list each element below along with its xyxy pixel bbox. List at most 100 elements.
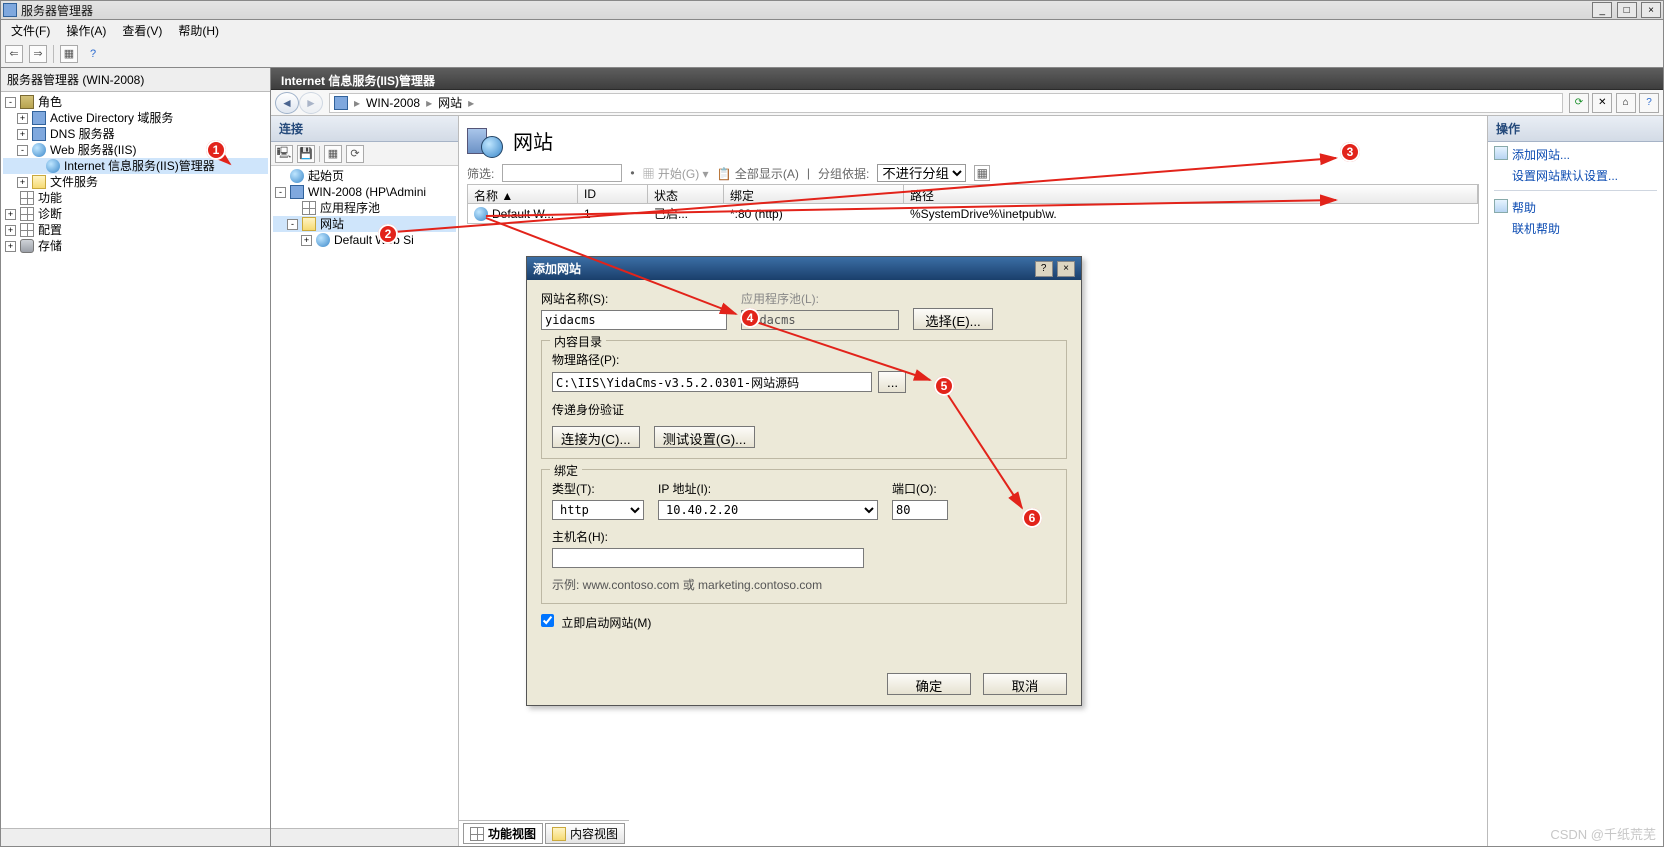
conn-item-server[interactable]: -WIN-2008 (HP\Admini [273, 184, 456, 200]
label: 应用程序池 [320, 200, 380, 216]
storage-icon [20, 239, 34, 253]
autostart-text: 立即启动网站(M) [561, 616, 651, 630]
menu-help[interactable]: 帮助(H) [172, 20, 225, 41]
autostart-checkbox[interactable] [541, 614, 554, 627]
host-name-label: 主机名(H): [552, 528, 1056, 545]
main-toolbar[interactable]: ⇐ ⇒ ▦ ? [0, 40, 1664, 68]
conn-add-icon[interactable]: 🖳 [275, 145, 293, 163]
tree-item-iis-manager[interactable]: Internet 信息服务(IIS)管理器 [3, 158, 268, 174]
label: Active Directory 域服务 [50, 110, 173, 126]
menu-file[interactable]: 文件(F) [5, 20, 56, 41]
forward-icon[interactable]: ⇒ [29, 45, 47, 63]
conn-item-apppools[interactable]: 应用程序池 [273, 200, 456, 216]
annotation-5: 5 [934, 376, 954, 396]
tree-item-features[interactable]: 功能 [3, 190, 268, 206]
physical-path-input[interactable] [552, 372, 872, 392]
col-path[interactable]: 路径 [904, 185, 1478, 203]
sites-icon [302, 217, 316, 231]
show-hide-icon[interactable]: ▦ [60, 45, 78, 63]
dialog-help-icon[interactable]: ? [1035, 261, 1053, 277]
cancel-button[interactable]: 取消 [983, 673, 1067, 695]
tree-item-iis[interactable]: -Web 服务器(IIS) [3, 142, 268, 158]
sites-grid-header[interactable]: 名称 ▲ ID 状态 绑定 路径 [467, 184, 1479, 204]
cell-path: %SystemDrive%\inetpub\w. [910, 207, 1472, 221]
tree-item-storage[interactable]: +存储 [3, 238, 268, 254]
port-input[interactable] [892, 500, 948, 520]
conn-item-sites[interactable]: -网站 [273, 216, 456, 232]
tree-item-roles[interactable]: -角色 [3, 94, 268, 110]
dialog-close-icon[interactable]: × [1057, 261, 1075, 277]
action-help[interactable]: 帮助 [1488, 195, 1663, 218]
nav-refresh-icon[interactable]: ⟳ [1569, 93, 1589, 113]
connections-toolbar[interactable]: 🖳 💾 ▦ ⟳ [271, 142, 458, 166]
conn-item-default-site[interactable]: +Default Web Si [273, 232, 456, 248]
tab-content-view[interactable]: 内容视图 [545, 823, 625, 844]
tree-root-header[interactable]: 服务器管理器 (WIN-2008) [1, 68, 270, 92]
show-all-btn[interactable]: 📋 全部显示(A) [717, 165, 799, 182]
crumb-server[interactable]: WIN-2008 [366, 96, 420, 110]
col-state[interactable]: 状态 [648, 185, 724, 203]
autostart-checkbox-label[interactable]: 立即启动网站(M) [541, 616, 651, 630]
breadcrumb[interactable]: ▸ WIN-2008 ▸ 网站 ▸ [329, 93, 1563, 113]
cell-id: 1 [584, 207, 654, 221]
site-row-default[interactable]: Default W... 1 已启... *:80 (http) %System… [467, 204, 1479, 224]
action-online-help[interactable]: 联机帮助 [1488, 218, 1663, 239]
dialog-titlebar[interactable]: 添加网站 ? × [527, 257, 1081, 280]
tree-item-ad[interactable]: +Active Directory 域服务 [3, 110, 268, 126]
back-icon[interactable]: ⇐ [5, 45, 23, 63]
app-pool-input [741, 310, 899, 330]
tree-item-diagnostics[interactable]: +诊断 [3, 206, 268, 222]
browse-path-button[interactable]: ... [878, 371, 906, 393]
site-name-input[interactable] [541, 310, 727, 330]
group-by-select[interactable]: 不进行分组 [877, 164, 966, 182]
select-app-pool-button[interactable]: 选择(E)... [913, 308, 993, 330]
ok-button[interactable]: 确定 [887, 673, 971, 695]
conn-view-icon[interactable]: ▦ [324, 145, 342, 163]
nav-help-icon[interactable]: ? [1639, 93, 1659, 113]
label: Web 服务器(IIS) [50, 142, 136, 158]
nav-home-icon[interactable]: ⌂ [1616, 93, 1636, 113]
grid-layout-icon[interactable]: ▦ [974, 165, 990, 181]
binding-type-select[interactable]: http [552, 500, 644, 520]
menu-view[interactable]: 查看(V) [116, 20, 168, 41]
action-add-site[interactable]: 添加网站... [1488, 142, 1663, 165]
nav-stop-icon[interactable]: ✕ [1592, 93, 1612, 113]
test-settings-button[interactable]: 测试设置(G)... [654, 426, 756, 448]
col-id[interactable]: ID [578, 185, 648, 203]
host-name-input[interactable] [552, 548, 864, 568]
tree-hscroll[interactable] [1, 828, 270, 846]
close-button[interactable]: × [1641, 2, 1661, 18]
ip-address-select[interactable]: 10.40.2.20 [658, 500, 878, 520]
col-bind[interactable]: 绑定 [724, 185, 904, 203]
group-by-label: 分组依据: [818, 165, 869, 182]
minimize-button[interactable]: _ [1592, 2, 1612, 18]
annotation-6: 6 [1022, 508, 1042, 528]
nav-back-icon[interactable]: ◄ [275, 92, 299, 114]
nav-forward-icon[interactable]: ► [299, 92, 323, 114]
content-tab-icon [552, 827, 566, 841]
help-icon[interactable]: ? [84, 45, 102, 63]
tree-item-dns[interactable]: +DNS 服务器 [3, 126, 268, 142]
tree-item-file-services[interactable]: +文件服务 [3, 174, 268, 190]
tree-item-config[interactable]: +配置 [3, 222, 268, 238]
action-site-defaults[interactable]: 设置网站默认设置... [1488, 165, 1663, 186]
label: 文件服务 [50, 174, 98, 190]
label: 存储 [38, 238, 62, 254]
label: 功能 [38, 190, 62, 206]
maximize-button[interactable]: □ [1617, 2, 1637, 18]
conn-save-icon[interactable]: 💾 [297, 145, 315, 163]
menu-bar[interactable]: 文件(F) 操作(A) 查看(V) 帮助(H) [0, 20, 1664, 40]
menu-action[interactable]: 操作(A) [60, 20, 112, 41]
col-name[interactable]: 名称 ▲ [468, 185, 578, 203]
view-tabs[interactable]: 功能视图 内容视图 [459, 820, 629, 846]
conn-item-start[interactable]: 起始页 [273, 168, 456, 184]
iis-icon [32, 143, 46, 157]
crumb-sites[interactable]: 网站 [438, 94, 462, 111]
conn-hscroll[interactable] [271, 828, 458, 846]
filter-input[interactable] [502, 164, 622, 182]
adds-icon [32, 111, 46, 125]
conn-refresh-icon[interactable]: ⟳ [346, 145, 364, 163]
tab-features-view[interactable]: 功能视图 [463, 823, 543, 844]
connect-as-button[interactable]: 连接为(C)... [552, 426, 640, 448]
diagnostics-icon [20, 207, 34, 221]
